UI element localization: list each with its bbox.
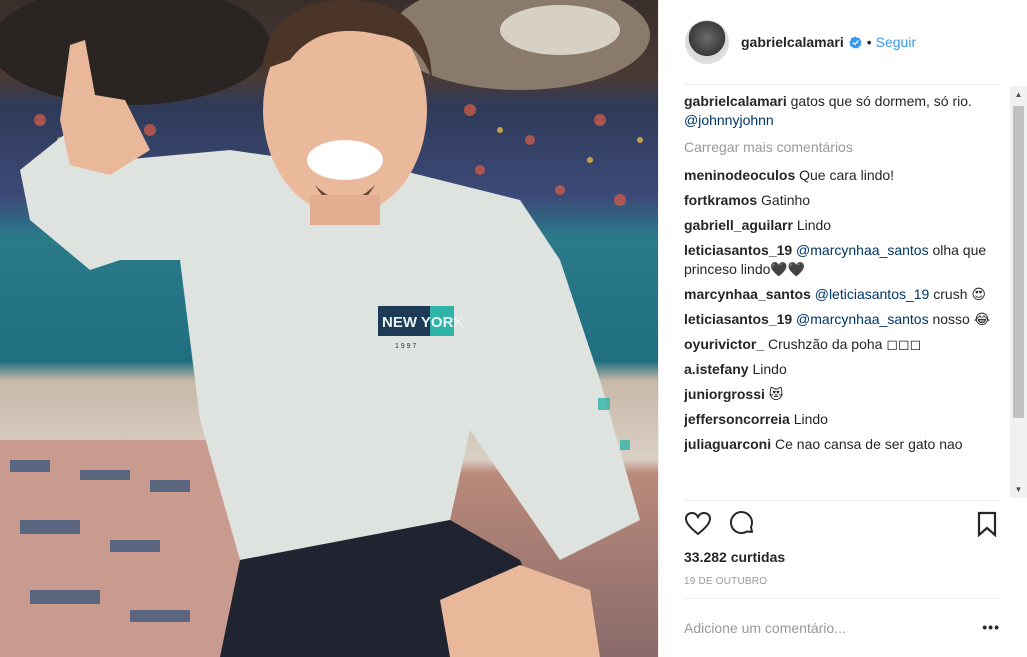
heart-icon[interactable] bbox=[684, 510, 712, 538]
comment-mention[interactable]: @marcynhaa_santos bbox=[792, 242, 929, 258]
comment-icon[interactable] bbox=[728, 510, 756, 538]
comment-username[interactable]: jeffersoncorreia bbox=[684, 411, 790, 427]
caption-username[interactable]: gabrielcalamari bbox=[684, 93, 787, 109]
comments-list[interactable]: gabrielcalamari gatos que só dormem, só … bbox=[684, 92, 1002, 498]
comments-scrollbar[interactable]: ▲ ▼ bbox=[1010, 86, 1027, 498]
bookmark-icon[interactable] bbox=[976, 510, 998, 538]
comment-item: gabriell_aguilarr Lindo bbox=[684, 216, 1002, 235]
comment-text: Lindo bbox=[748, 361, 787, 377]
scroll-up-arrow-icon[interactable]: ▲ bbox=[1010, 86, 1027, 103]
username-link[interactable]: gabrielcalamari bbox=[741, 34, 844, 50]
scroll-down-arrow-icon[interactable]: ▼ bbox=[1010, 481, 1027, 498]
comment-text: Que cara lindo! bbox=[795, 167, 895, 183]
caption-mention[interactable]: @johnnyjohnn bbox=[684, 112, 774, 128]
follow-button[interactable]: Seguir bbox=[876, 34, 916, 50]
comment-username[interactable]: meninodeoculos bbox=[684, 167, 795, 183]
comment-username[interactable]: gabriell_aguilarr bbox=[684, 217, 793, 233]
comment-item: juliaguarconi Ce nao cansa de ser gato n… bbox=[684, 435, 1002, 454]
comment-text: Gatinho bbox=[757, 192, 811, 208]
comment-item: juniorgrossi 😻 bbox=[684, 385, 1002, 404]
comment-mention[interactable]: @marcynhaa_santos bbox=[792, 311, 929, 327]
add-comment-divider bbox=[684, 598, 1000, 599]
load-more-comments-button[interactable]: Carregar mais comentários bbox=[684, 138, 1002, 157]
comment-text: Lindo bbox=[792, 217, 832, 233]
comment-username[interactable]: a.istefany bbox=[684, 361, 749, 377]
shirt-year-text: 1 9 9 7 bbox=[395, 343, 417, 350]
comment-item: jeffersoncorreia Lindo bbox=[684, 410, 1002, 429]
comment-text: Ce nao cansa de ser gato nao bbox=[771, 436, 963, 452]
add-comment-bar: Adicione um comentário... ••• bbox=[684, 617, 1000, 641]
comment-text: nosso 😂 bbox=[928, 311, 991, 327]
add-comment-input[interactable]: Adicione um comentário... bbox=[684, 620, 846, 636]
post-date[interactable]: 19 DE OUTUBRO bbox=[684, 576, 767, 587]
avatar[interactable] bbox=[685, 20, 729, 64]
comment-item: leticiasantos_19 @marcynhaa_santos nosso… bbox=[684, 310, 1002, 329]
comment-item: marcynhaa_santos @leticiasantos_19 crush… bbox=[684, 285, 1002, 304]
comment-item: fortkramos Gatinho bbox=[684, 191, 1002, 210]
post-header: gabrielcalamari • Seguir bbox=[685, 18, 1001, 66]
comment-username[interactable]: leticiasantos_19 bbox=[684, 311, 792, 327]
header-divider bbox=[684, 84, 1000, 85]
comment-username[interactable]: oyurivictor_ bbox=[684, 336, 764, 352]
separator-dot: • bbox=[866, 34, 872, 50]
caption-text: gatos que só dormem, só rio. bbox=[786, 93, 972, 109]
comment-username[interactable]: leticiasantos_19 bbox=[684, 242, 792, 258]
caption: gabrielcalamari gatos que só dormem, só … bbox=[684, 92, 1002, 130]
action-bar bbox=[684, 510, 1000, 540]
photo-illustration: NEW YORK 1 9 9 7 bbox=[0, 0, 650, 657]
scrollbar-thumb[interactable] bbox=[1013, 106, 1024, 418]
comment-text: Lindo bbox=[789, 411, 828, 427]
post-photo[interactable]: NEW YORK 1 9 9 7 bbox=[0, 0, 658, 657]
comments-divider bbox=[684, 500, 1000, 501]
comment-username[interactable]: fortkramos bbox=[684, 192, 757, 208]
more-options-button[interactable]: ••• bbox=[982, 619, 1000, 635]
likes-count[interactable]: 33.282 curtidas bbox=[684, 549, 785, 565]
verified-badge-icon bbox=[849, 35, 862, 49]
comment-mention[interactable]: @leticiasantos_19 bbox=[811, 286, 930, 302]
comment-item: leticiasantos_19 @marcynhaa_santos olha … bbox=[684, 241, 1002, 279]
comment-text: Crushzão da poha ◻◻◻ bbox=[764, 336, 922, 352]
comment-item: meninodeoculos Que cara lindo! bbox=[684, 166, 1002, 185]
comment-username[interactable]: juliaguarconi bbox=[684, 436, 771, 452]
comment-username[interactable]: marcynhaa_santos bbox=[684, 286, 811, 302]
comment-item: a.istefany Lindo bbox=[684, 360, 1002, 379]
shirt-logo-text: NEW YORK bbox=[382, 314, 464, 331]
comment-item: oyurivictor_ Crushzão da poha ◻◻◻ bbox=[684, 335, 1002, 354]
comment-text: crush 😍 bbox=[929, 286, 986, 302]
comment-username[interactable]: juniorgrossi bbox=[684, 386, 765, 402]
comment-text: 😻 bbox=[764, 386, 784, 402]
